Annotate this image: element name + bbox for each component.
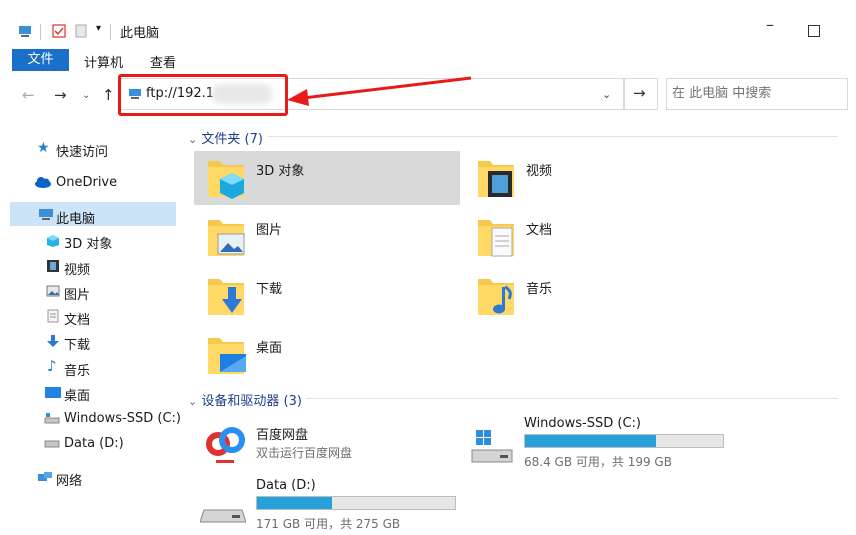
folder-label: 文档: [526, 223, 553, 238]
drive-free-space: 171 GB 可用，共 275 GB: [256, 517, 401, 531]
drive-name: Windows-SSD (C:): [524, 416, 641, 431]
tab-computer[interactable]: 计算机: [84, 52, 123, 71]
maximize-button[interactable]: [808, 25, 820, 37]
chevron-down-icon[interactable]: ⌄: [602, 88, 611, 101]
drive-icon: [44, 440, 60, 448]
drives-group-header[interactable]: ⌄ 设备和驱动器 (3): [188, 390, 302, 409]
cube-icon: [47, 235, 59, 247]
folder-label: 图片: [256, 223, 283, 238]
sidebar-item-label: 桌面: [64, 389, 91, 404]
drive-icon: [44, 413, 60, 424]
sidebar-item-label: Data (D:): [64, 436, 124, 451]
drive-description: 双击运行百度网盘: [256, 446, 353, 460]
folder-label: 视频: [526, 164, 553, 179]
star-icon: ★: [37, 140, 50, 156]
film-icon: [478, 161, 514, 197]
sidebar-item-label: 音乐: [64, 364, 91, 379]
divider: [40, 24, 41, 40]
sidebar-item-label: 此电脑: [56, 212, 96, 227]
drive-usage-fill: [257, 497, 333, 509]
sidebar-item-label: 下载: [64, 338, 91, 353]
drive-usage-bar: [256, 496, 456, 510]
forward-button[interactable]: →: [54, 86, 67, 104]
picture-icon: [208, 220, 245, 256]
title-bar: ▾ 此电脑 –: [0, 0, 856, 46]
minimize-button[interactable]: –: [766, 17, 780, 33]
sidebar-item-label: 快速访问: [56, 145, 109, 160]
picture-icon: [46, 285, 60, 297]
cube-icon: [208, 161, 244, 199]
folder-label: 桌面: [256, 341, 283, 356]
sidebar-item-label: 3D 对象: [64, 237, 113, 252]
sidebar-item-label: 文档: [64, 313, 91, 328]
recent-locations-button[interactable]: ⌄: [82, 90, 90, 101]
drive-name: Data (D:): [256, 478, 316, 493]
tab-file[interactable]: 文件: [12, 49, 69, 71]
download-icon: [47, 335, 59, 347]
search-input[interactable]: [672, 86, 832, 101]
drive-name: 百度网盘: [256, 428, 309, 443]
sidebar-item-label: 视频: [64, 263, 91, 278]
document-icon: [47, 309, 59, 323]
music-icon: ♪: [47, 357, 57, 375]
drive-free-space: 68.4 GB 可用，共 199 GB: [524, 455, 672, 469]
properties-icon[interactable]: [52, 24, 66, 38]
arrow-right-icon: →: [633, 84, 646, 102]
cloud-icon: [35, 177, 51, 188]
download-icon: [208, 279, 244, 315]
chevron-down-icon: ⌄: [188, 133, 198, 146]
folders-group-header[interactable]: ⌄ 文件夹 (7): [188, 128, 263, 147]
computer-icon: [19, 26, 31, 37]
baidu-netdisk-icon: [206, 427, 245, 463]
drive-usage-bar: [524, 434, 724, 448]
music-icon: [478, 279, 514, 315]
network-icon: [38, 472, 52, 481]
chevron-down-icon: ⌄: [188, 395, 198, 408]
window-title: 此电脑: [120, 26, 160, 41]
tab-view[interactable]: 查看: [150, 52, 176, 71]
drive-usage-fill: [525, 435, 656, 447]
drive-icon: [471, 430, 513, 463]
sidebar-item-label: 网络: [56, 474, 83, 489]
sidebar-item-label: Windows-SSD (C:): [64, 411, 181, 426]
sidebar-item-label: OneDrive: [56, 175, 118, 190]
annotation-highlight: [118, 74, 288, 116]
computer-icon: [39, 209, 53, 220]
new-folder-icon[interactable]: [74, 24, 88, 38]
film-icon: [47, 260, 59, 272]
back-button[interactable]: ←: [22, 86, 35, 104]
document-icon: [478, 220, 514, 257]
customize-toolbar-icon[interactable]: ▾: [96, 23, 101, 34]
divider: [110, 24, 111, 40]
desktop-icon: [45, 387, 61, 398]
folder-label: 下载: [256, 282, 283, 297]
folder-label: 音乐: [526, 282, 553, 297]
desktop-icon: [208, 338, 246, 374]
divider: [306, 398, 838, 399]
drive-icon: [200, 509, 246, 523]
folder-label: 3D 对象: [256, 164, 305, 179]
divider: [268, 136, 838, 137]
annotation-arrow-icon: [287, 76, 472, 106]
up-button[interactable]: ↑: [102, 86, 115, 104]
sidebar-item-label: 图片: [64, 288, 91, 303]
